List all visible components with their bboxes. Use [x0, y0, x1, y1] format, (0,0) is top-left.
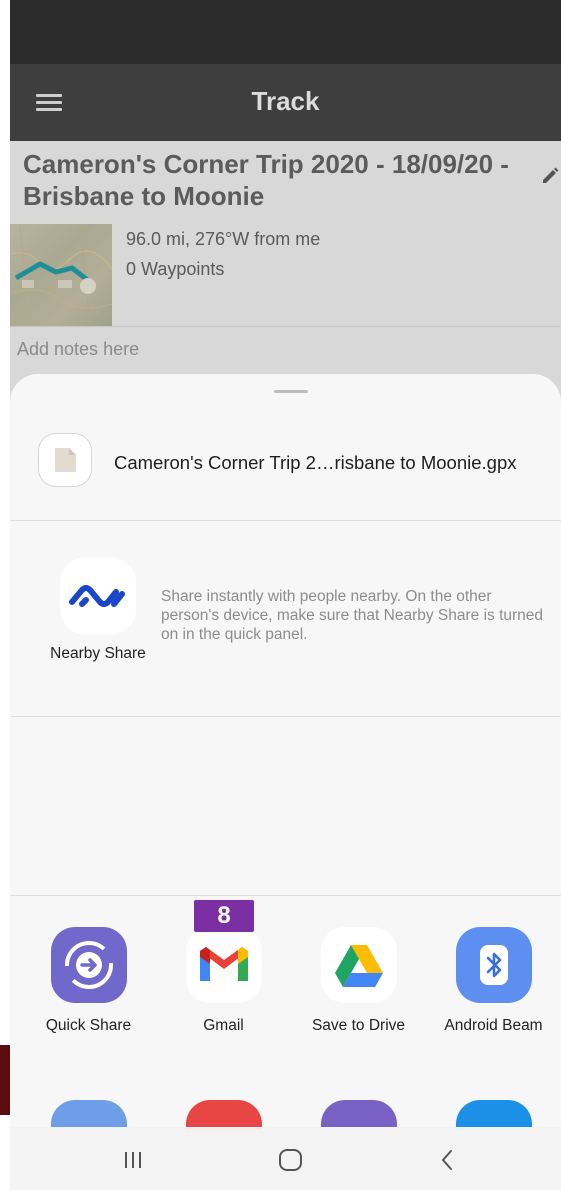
divider	[10, 326, 561, 327]
recents-icon[interactable]	[118, 1145, 148, 1175]
shared-file-row: Cameron's Corner Trip 2…risbane to Mooni…	[10, 428, 561, 498]
background-window-strip	[0, 1045, 10, 1115]
gmail-label: Gmail	[203, 1017, 244, 1034]
shared-file-name: Cameron's Corner Trip 2…risbane to Mooni…	[114, 452, 517, 473]
back-icon[interactable]	[432, 1145, 462, 1175]
gmail-unread-badge: 8	[194, 900, 254, 932]
android-beam-button[interactable]: Android Beam	[426, 924, 561, 1044]
gmail-icon	[186, 927, 262, 1003]
quick-share-icon	[51, 927, 127, 1003]
notes-field[interactable]: Add notes here	[17, 339, 139, 360]
quick-share-button[interactable]: Quick Share	[21, 924, 156, 1044]
navigation-bar	[10, 1127, 561, 1190]
track-waypoints: 0 Waypoints	[126, 259, 225, 279]
app-title: Track	[251, 86, 320, 116]
nearby-share-label: Nearby Share	[50, 645, 146, 662]
pencil-icon[interactable]	[540, 166, 560, 186]
bluetooth-icon	[456, 927, 532, 1003]
divider	[10, 895, 561, 896]
quick-share-label: Quick Share	[45, 1017, 132, 1034]
divider	[10, 520, 561, 521]
track-map-thumbnail[interactable]	[10, 224, 112, 326]
track-distance: 96.0 mi, 276°W from me	[126, 229, 321, 249]
app-bar: Track	[10, 64, 561, 141]
share-sheet: Cameron's Corner Trip 2…risbane to Mooni…	[10, 374, 561, 1190]
app-window: Track Cameron's Corner Trip 2020 - 18/09…	[10, 0, 561, 1190]
left-edge	[0, 0, 10, 1190]
track-title: Cameron's Corner Trip 2020 - 18/09/20 - …	[23, 149, 509, 211]
status-bar	[10, 0, 561, 64]
android-beam-label: Android Beam	[444, 1017, 543, 1034]
save-to-drive-label: Save to Drive	[311, 1017, 406, 1034]
nearby-share-description: Share instantly with people nearby. On t…	[161, 588, 544, 643]
document-icon	[38, 433, 92, 487]
share-apps-row: Quick Share Gmail Save to Drive Android …	[10, 924, 561, 1044]
save-to-drive-button[interactable]: Save to Drive	[291, 924, 426, 1044]
divider	[10, 716, 561, 717]
nearby-share-icon	[60, 558, 136, 634]
sheet-drag-handle[interactable]	[274, 390, 308, 393]
nearby-share-button[interactable]: Nearby Share	[40, 558, 160, 668]
google-drive-icon	[321, 927, 397, 1003]
gmail-button[interactable]: Gmail	[156, 924, 291, 1044]
home-icon[interactable]	[276, 1145, 306, 1175]
